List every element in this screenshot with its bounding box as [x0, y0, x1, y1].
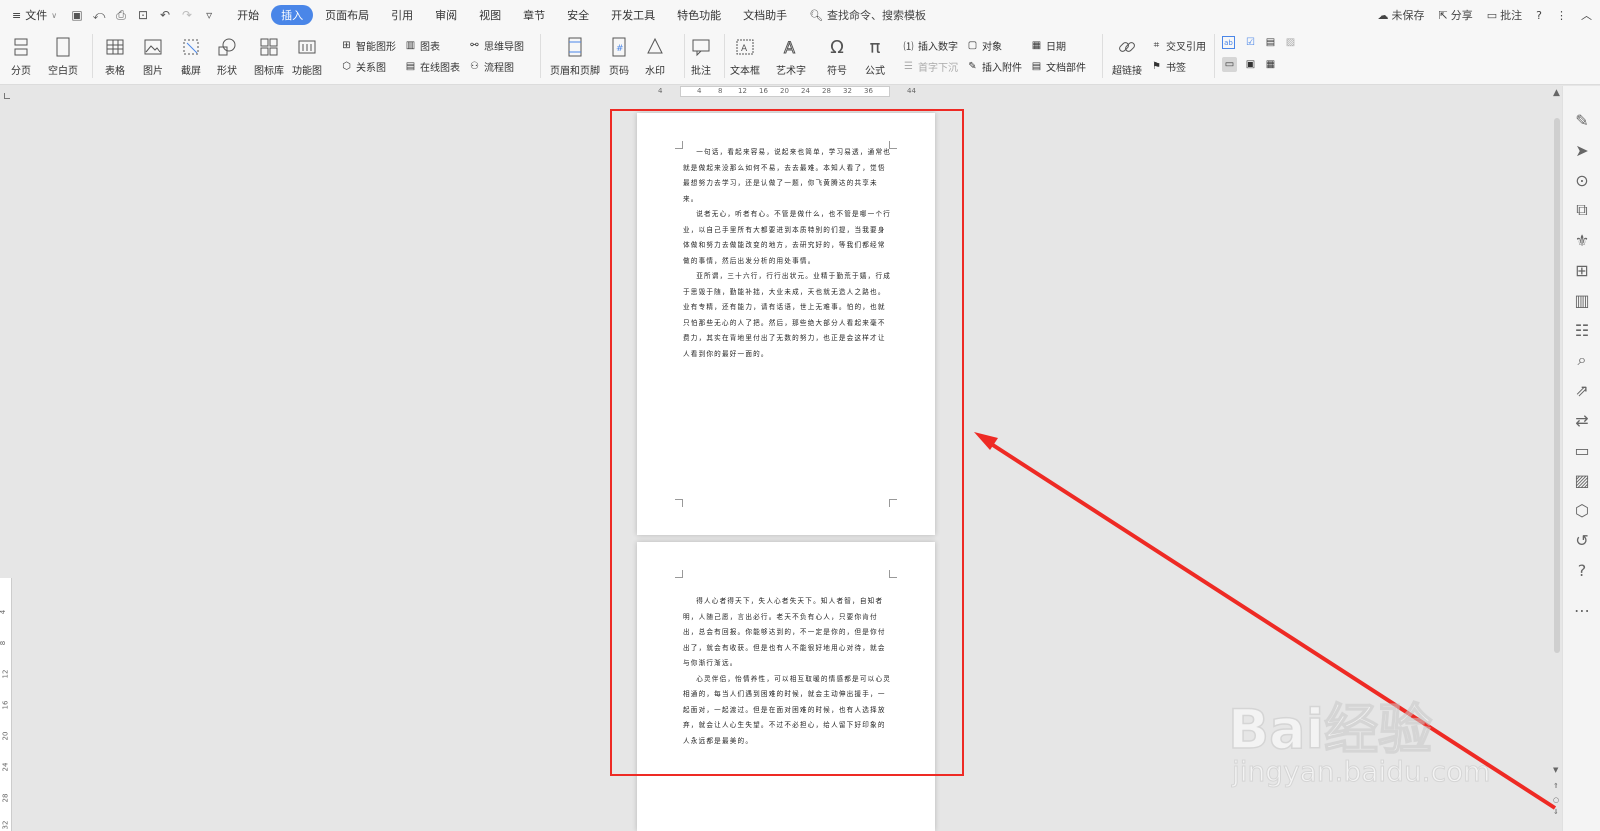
scroll-down-icon[interactable]: ▼ — [1553, 766, 1558, 774]
image-panel-icon[interactable]: ▨ — [1574, 471, 1590, 490]
more-horizontal-icon[interactable]: ⋯ — [1574, 601, 1590, 620]
scrollbar-thumb[interactable] — [1554, 118, 1560, 653]
next-page-icon[interactable]: ⇓ — [1553, 808, 1559, 816]
translate-icon[interactable]: ⇄ — [1574, 411, 1590, 430]
prev-page-icon[interactable]: ⇑ — [1553, 782, 1559, 790]
help-circle-icon[interactable]: ? — [1574, 561, 1590, 580]
cursor-icon[interactable]: ➤ — [1574, 141, 1590, 160]
adjust-icon[interactable]: ☷ — [1574, 321, 1590, 340]
watermark-url: jingyan.baidu.com — [1231, 755, 1491, 789]
apps-icon[interactable]: ⊞ — [1574, 261, 1590, 280]
scroll-up-icon[interactable]: ▲ — [1553, 88, 1560, 98]
location-icon[interactable]: ⊙ — [1574, 171, 1590, 190]
pen-icon[interactable]: ✎ — [1574, 111, 1590, 130]
archive-icon[interactable]: ▭ — [1574, 441, 1590, 460]
export-icon[interactable]: ⇗ — [1574, 381, 1590, 400]
document-search-icon[interactable]: ⌕ — [1574, 350, 1590, 369]
stamp-icon[interactable]: ⚜ — [1574, 231, 1590, 250]
chart-panel-icon[interactable]: ▥ — [1574, 291, 1590, 310]
baidu-jingyan-watermark: Bai经验 jingyan.baidu.com — [1227, 665, 1528, 795]
select-browse-icon[interactable]: ○ — [1553, 796, 1559, 804]
shield-icon[interactable]: ⬡ — [1574, 501, 1590, 520]
watermark-brand: Bai经验 — [1227, 697, 1433, 762]
shapes-panel-icon[interactable]: ⧉ — [1574, 200, 1590, 219]
history-icon[interactable]: ↺ — [1574, 531, 1590, 550]
right-task-pane: ✎ ➤ ⊙ ⧉ ⚜ ⊞ ▥ ☷ ⌕ ⇗ ⇄ ▭ ▨ ⬡ ↺ ? ⋯ — [1562, 86, 1600, 831]
